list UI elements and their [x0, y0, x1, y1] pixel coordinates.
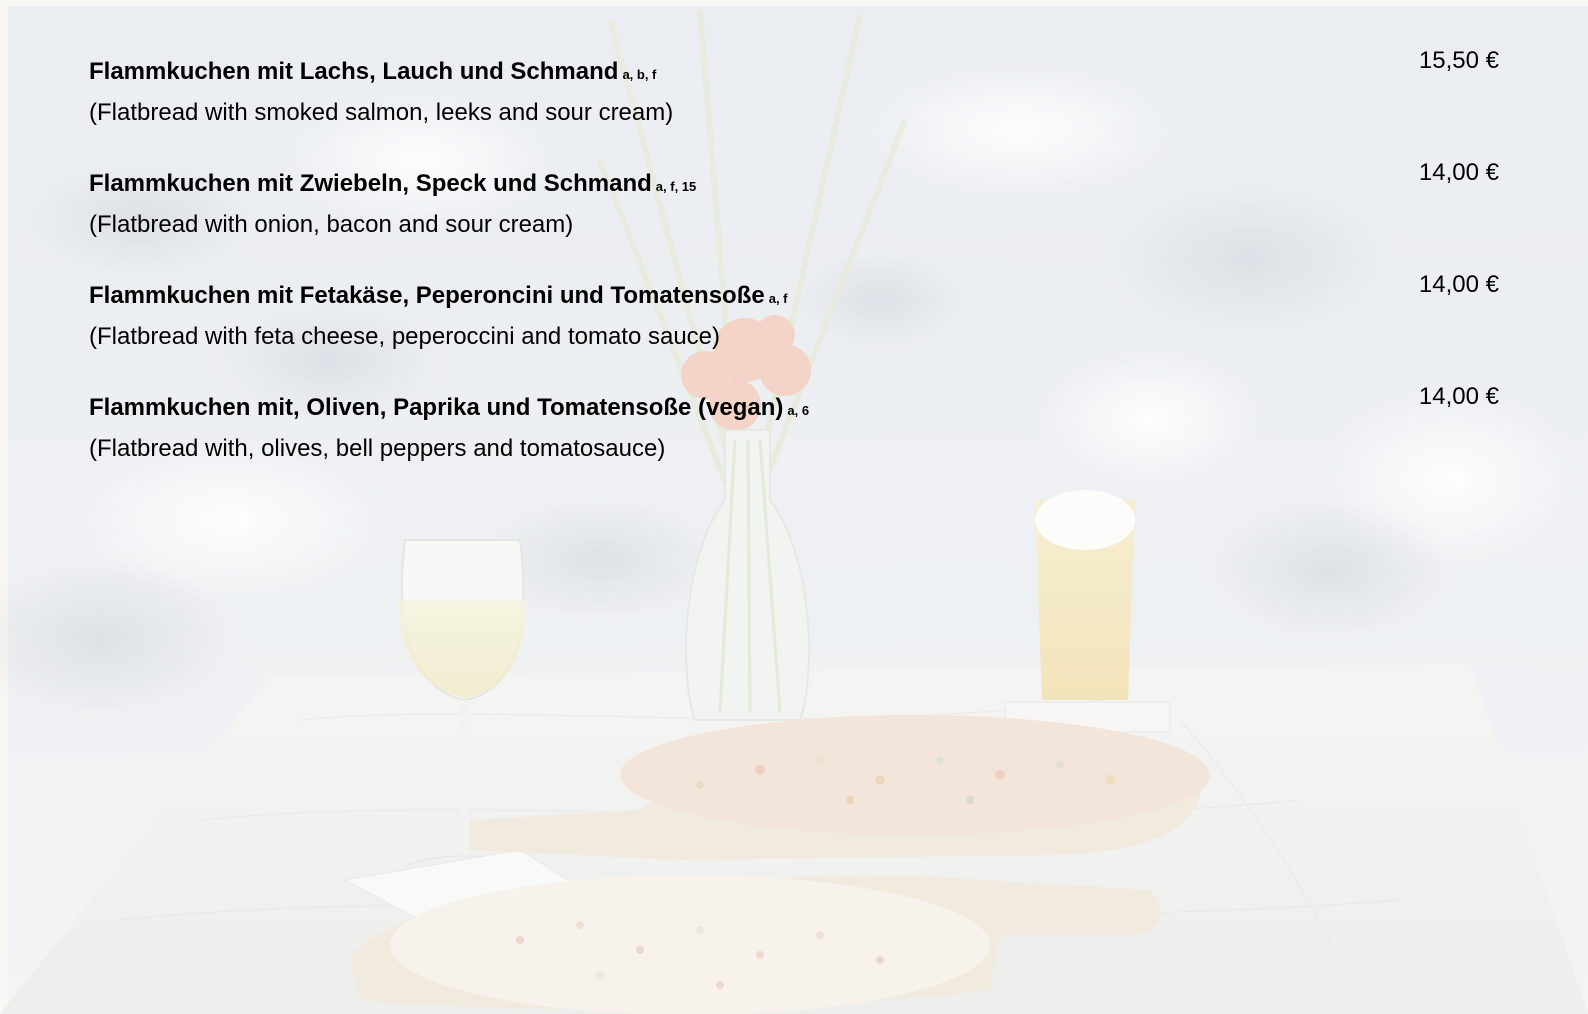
allergen-codes: a, b, f [622, 67, 657, 82]
item-name: Flammkuchen mit Lachs, Lauch und Schmand [89, 58, 619, 85]
item-title: Flammkuchen mit Fetakäse, Peperoncini un… [89, 281, 788, 314]
allergen-codes: a, f [768, 291, 788, 306]
item-price: 15,50 € [1418, 47, 1499, 74]
menu-page: Flammkuchen mit Lachs, Lauch und Schmand… [0, 0, 1588, 1014]
menu-item: Flammkuchen mit Lachs, Lauch und Schmand… [89, 47, 1499, 157]
item-title: Flammkuchen mit Zwiebeln, Speck und Schm… [89, 169, 696, 202]
item-description: (Flatbread with smoked salmon, leeks and… [89, 99, 674, 126]
item-price: 14,00 € [1418, 159, 1499, 186]
item-description: (Flatbread with feta cheese, peperoccini… [89, 323, 721, 350]
item-name: Flammkuchen mit, Oliven, Paprika und Tom… [89, 394, 784, 421]
item-price: 14,00 € [1418, 271, 1499, 298]
item-name: Flammkuchen mit Zwiebeln, Speck und Schm… [89, 170, 652, 197]
menu-list: Flammkuchen mit Lachs, Lauch und Schmand… [0, 0, 1588, 1014]
item-title: Flammkuchen mit Lachs, Lauch und Schmand… [89, 57, 656, 90]
menu-item: Flammkuchen mit Zwiebeln, Speck und Schm… [89, 159, 1499, 269]
item-description: (Flatbread with onion, bacon and sour cr… [89, 211, 574, 238]
item-price: 14,00 € [1418, 383, 1499, 410]
menu-item: Flammkuchen mit Fetakäse, Peperoncini un… [89, 271, 1499, 381]
item-title: Flammkuchen mit, Oliven, Paprika und Tom… [89, 393, 809, 426]
item-name: Flammkuchen mit Fetakäse, Peperoncini un… [89, 282, 765, 309]
allergen-codes: a, 6 [787, 403, 810, 418]
menu-item: Flammkuchen mit, Oliven, Paprika und Tom… [89, 383, 1499, 493]
allergen-codes: a, f, 15 [655, 179, 697, 194]
item-description: (Flatbread with, olives, bell peppers an… [89, 435, 666, 462]
